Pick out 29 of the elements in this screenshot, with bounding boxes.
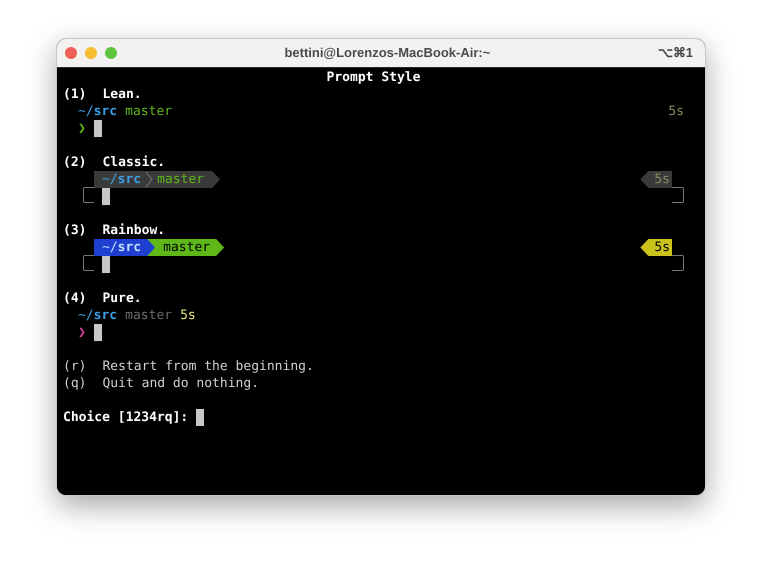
directory-text: ~/src <box>78 103 118 120</box>
option-label: Classic. <box>102 154 166 171</box>
prompt-char: ❯ <box>78 324 86 341</box>
duration-text: 5s <box>180 307 196 324</box>
duration-segment: 5s <box>640 239 672 256</box>
window-title: bettini@Lorenzos-MacBook-Air:~ <box>283 44 492 62</box>
option-text: Quit and do nothing. <box>102 375 260 392</box>
branch-text: master <box>157 171 204 188</box>
section-heading: Prompt Style <box>326 69 420 86</box>
option-label: Lean. <box>102 86 142 103</box>
option-text: Restart from the beginning. <box>102 358 314 375</box>
option-key: (r) <box>63 358 86 375</box>
option-number: (1) <box>63 86 86 103</box>
option-number: (4) <box>63 290 86 307</box>
branch-text: master <box>125 103 172 120</box>
prompt-label: Choice [1234rq]: <box>63 409 188 426</box>
option-label: Pure. <box>102 290 142 307</box>
directory-text: ~/src <box>78 307 118 324</box>
option-key: (q) <box>63 375 86 392</box>
branch-text: master <box>125 307 172 324</box>
option-number: (2) <box>63 154 86 171</box>
shortcut-label: ⌥⌘1 <box>658 44 694 62</box>
directory-segment: ~/src <box>94 239 156 256</box>
duration-text: 5s <box>668 103 684 120</box>
option-label: Rainbow. <box>102 222 166 239</box>
duration-segment: 5s <box>640 171 672 188</box>
option-number: (3) <box>63 222 86 239</box>
prompt-char: ❯ <box>78 120 86 137</box>
directory-text: ~/src <box>102 171 142 188</box>
